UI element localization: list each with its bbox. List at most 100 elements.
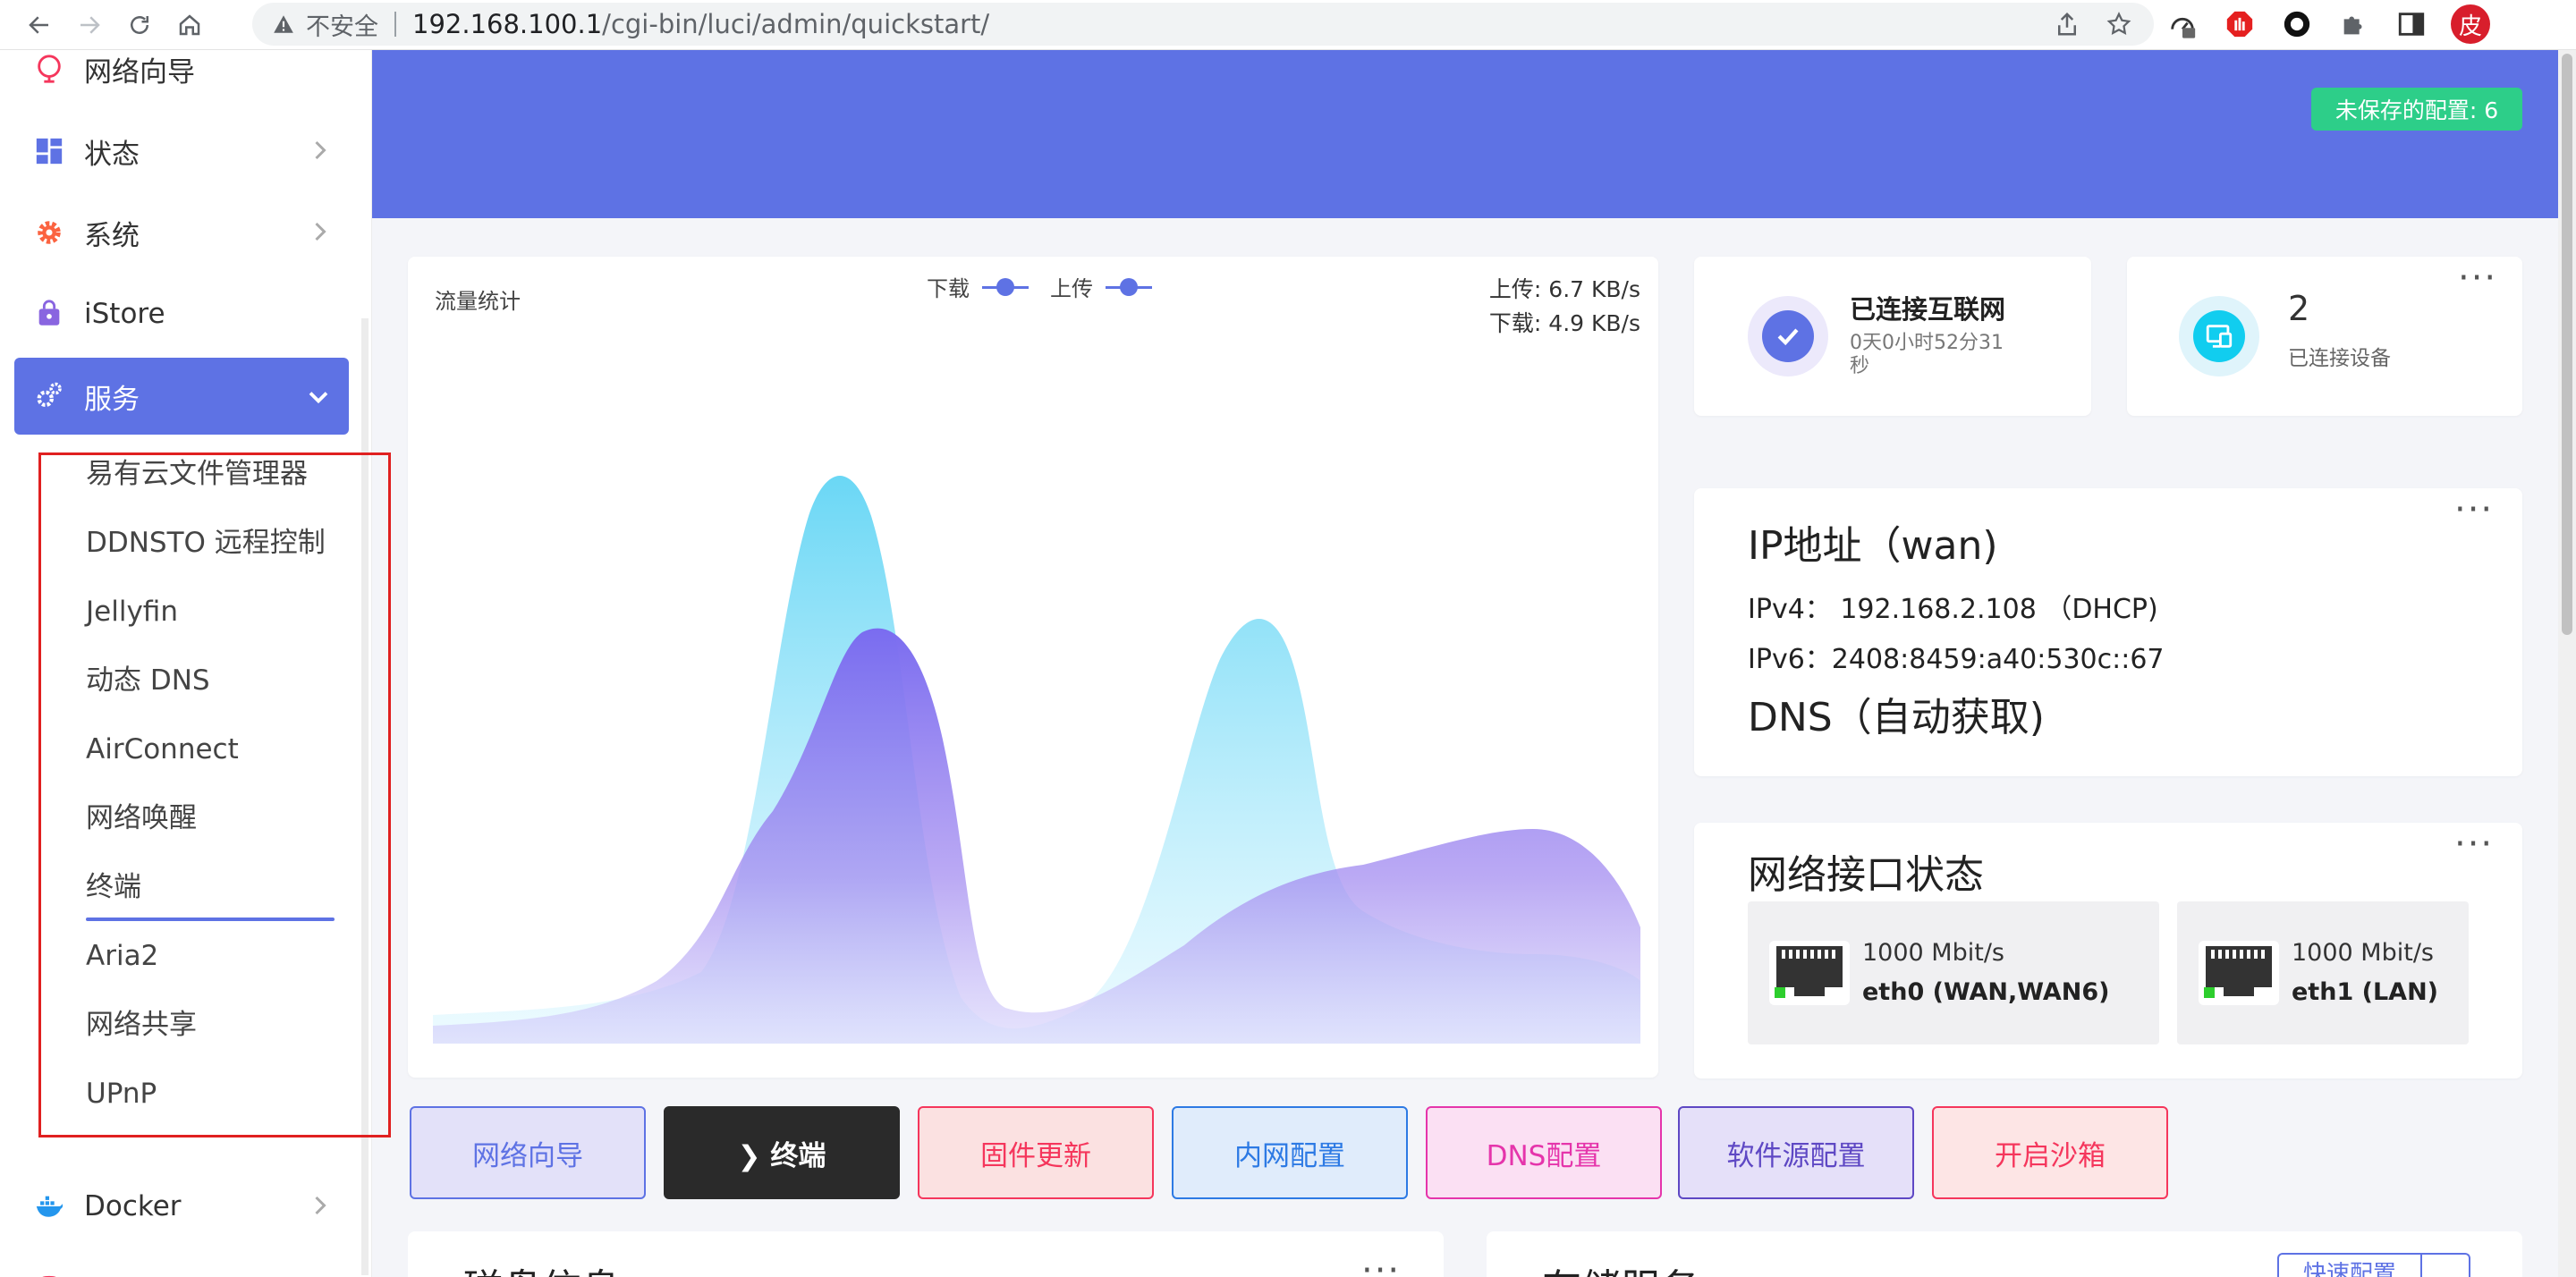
globe-icon	[38, 55, 61, 83]
sidebar-item-status[interactable]: 状态	[14, 113, 349, 190]
sidebar-item-label: Docker	[84, 1190, 182, 1222]
traffic-title: 流量统计	[435, 289, 521, 314]
url-path: /cgi-bin/luci/admin/quickstart/	[602, 9, 990, 39]
quick-firmware-update-button[interactable]: 固件更新	[918, 1106, 1154, 1199]
legend-upload-swatch	[1106, 277, 1152, 297]
traffic-chart	[433, 476, 1640, 1044]
sidebar-item-label: 网络向导	[84, 55, 195, 89]
gears-icon	[37, 382, 62, 408]
url-host: 192.168.100.1	[412, 9, 603, 39]
profile-avatar[interactable]: 皮	[2451, 4, 2490, 44]
address-bar[interactable]: 不安全 192.168.100.1/cgi-bin/luci/admin/qui…	[252, 3, 2154, 46]
ethernet-port-icon	[1769, 941, 1850, 1005]
url-separator	[394, 12, 396, 37]
unsaved-changes-badge[interactable]: 未保存的配置: 6	[2311, 88, 2522, 131]
quick-config-button[interactable]: 快速配置	[2277, 1253, 2422, 1277]
interface-port-eth0[interactable]: 1000 Mbit/s eth0 (WAN,WAN6)	[1748, 901, 2159, 1044]
traffic-stats-card: 流量统计 下载 上传 上传: 6.7 KB/s 下载: 4.9 KB/s	[408, 257, 1658, 1078]
quick-software-source-button[interactable]: 软件源配置	[1678, 1106, 1914, 1199]
adblock-hand-icon	[2226, 11, 2253, 38]
port-speed: 1000 Mbit/s	[2292, 939, 2434, 967]
speedometer-icon	[2171, 17, 2196, 38]
gear-icon	[38, 221, 61, 244]
ethernet-port-icon	[2199, 941, 2279, 1005]
ipv4-value: IPv4： 192.168.2.108 （DHCP)	[1748, 594, 2158, 625]
disk-info-title: 磁盘信息	[463, 1256, 621, 1277]
sidebar-item-docker[interactable]: Docker	[14, 1168, 349, 1245]
more-options-icon[interactable]: ···	[2454, 826, 2494, 862]
more-options-icon[interactable]: ···	[2458, 260, 2497, 296]
quick-lan-config-button[interactable]: 内网配置	[1172, 1106, 1408, 1199]
highlight-annotation-box	[38, 452, 391, 1137]
quick-terminal-button[interactable]: ❯ 终端	[664, 1106, 900, 1199]
sidebar-item-label: iStore	[84, 298, 165, 330]
sidebar-item-label: 服务	[84, 383, 140, 416]
share-icon[interactable]	[2054, 11, 2080, 38]
header-band	[372, 50, 2558, 218]
circle-ring-icon	[2284, 11, 2310, 38]
internet-status-card: 已连接互联网 0天0小时52分31秒	[1694, 257, 2091, 416]
download-rate: 下载: 4.9 KB/s	[1488, 310, 1640, 336]
dns-mode: DNS（自动获取)	[1748, 695, 2045, 740]
more-options-icon[interactable]: ···	[2454, 492, 2494, 528]
legend-download-label[interactable]: 下载	[927, 271, 970, 302]
interface-port-eth1[interactable]: 1000 Mbit/s eth1 (LAN)	[2177, 901, 2469, 1044]
docker-whale-icon	[36, 1196, 64, 1217]
chart-legend: 下载 上传	[927, 271, 1152, 302]
ip-address-card: IP地址（wan) IPv4： 192.168.2.108 （DHCP) IPv…	[1694, 488, 2522, 776]
sidebar-item-network-wizard[interactable]: 网络向导	[14, 30, 349, 107]
traffic-rates: 上传: 6.7 KB/s 下载: 4.9 KB/s	[1489, 273, 1640, 341]
store-bag-icon	[38, 300, 60, 326]
port-speed: 1000 Mbit/s	[1862, 939, 2004, 967]
download-area	[433, 628, 1640, 1044]
connected-devices-card[interactable]: 2 已连接设备 ···	[2127, 257, 2522, 416]
network-interfaces-card: 网络接口状态 ··· 1000 Mbit/s eth0 (WAN,WAN6) 1…	[1694, 823, 2522, 1078]
url-actions	[2054, 3, 2132, 46]
main-scrollbar[interactable]	[2558, 50, 2576, 1277]
extensions-area: 皮	[2165, 0, 2490, 48]
devices-indicator	[2179, 296, 2259, 376]
sidebar-item-label: 系统	[84, 219, 140, 252]
browser-toolbar: 不安全 192.168.100.1/cgi-bin/luci/admin/qui…	[0, 0, 2576, 50]
quick-sandbox-button[interactable]: 开启沙箱	[1932, 1106, 2168, 1199]
more-options-icon[interactable]: ···	[1361, 1253, 1401, 1277]
extension-adblock[interactable]	[2222, 6, 2258, 42]
sidebar-item-label: 状态	[84, 138, 140, 171]
quick-network-wizard-button[interactable]: 网络向导	[410, 1106, 646, 1199]
sidebar-item-system[interactable]: 系统	[14, 194, 349, 271]
sidebar-item-label: 网络存储	[84, 1269, 195, 1277]
port-name: eth1 (LAN)	[2292, 978, 2439, 1006]
connected-indicator	[1748, 296, 1828, 376]
chevron-right-icon	[315, 140, 326, 160]
uptime-text: 0天0小时52分31秒	[1850, 332, 2004, 377]
chevron-right-icon	[315, 1196, 326, 1215]
side-panel-button[interactable]	[2394, 6, 2429, 42]
quick-dns-config-button[interactable]: DNS配置	[1426, 1106, 1662, 1199]
legend-upload-label[interactable]: 上传	[1050, 271, 1093, 302]
chevron-down-icon	[309, 392, 328, 404]
devices-icon	[2206, 325, 2233, 348]
database-icon	[42, 1275, 56, 1277]
quick-config-dropdown-button[interactable]	[2420, 1253, 2470, 1277]
sidebar-item-services[interactable]: 服务	[14, 358, 349, 435]
extension-circle[interactable]	[2279, 6, 2315, 42]
scrollbar-thumb[interactable]	[2562, 54, 2572, 635]
interfaces-title: 网络接口状态	[1748, 852, 1984, 898]
dashboard-icon	[36, 138, 63, 165]
chevron-right-icon	[315, 222, 326, 241]
bookmark-star-icon[interactable]	[2106, 11, 2132, 38]
extensions-button[interactable]	[2336, 6, 2372, 42]
sidebar-item-network-storage[interactable]: 网络存储	[14, 1250, 349, 1277]
sidebar-item-istore[interactable]: iStore	[14, 275, 349, 352]
disk-info-card: 磁盘信息 ···	[408, 1231, 1444, 1277]
ipv6-value: IPv6：2408:8459:a40:530c::67	[1748, 644, 2165, 675]
internet-status-text: 已连接互联网	[1850, 294, 2006, 325]
port-name: eth0 (WAN,WAN6)	[1862, 978, 2110, 1006]
extension-speed[interactable]	[2165, 6, 2200, 42]
checkmark-icon	[1777, 328, 1799, 346]
side-panel-icon	[2398, 13, 2425, 36]
puzzle-piece-icon	[2343, 16, 2362, 35]
device-count-label: 已连接设备	[2288, 347, 2391, 370]
device-count: 2	[2288, 289, 2310, 328]
ip-card-title: IP地址（wan)	[1748, 523, 1998, 569]
